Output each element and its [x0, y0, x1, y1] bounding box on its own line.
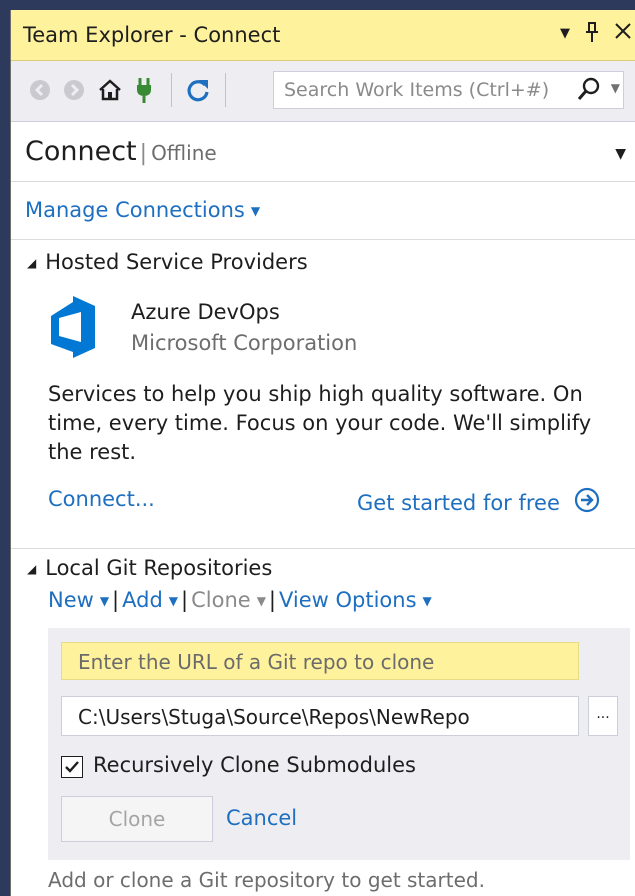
page-title: Connect	[25, 136, 137, 167]
team-explorer-panel: Team Explorer - Connect ▼ Search Work It…	[10, 10, 635, 896]
menu-separator: |	[112, 588, 120, 612]
clone-button[interactable]: Clone	[61, 796, 213, 842]
divider	[11, 181, 635, 182]
repo-url-input[interactable]: Enter the URL of a Git repo to clone	[61, 642, 579, 680]
recursive-submodules-label[interactable]: Recursively Clone Submodules	[93, 753, 416, 777]
chevron-down-icon: ▼	[250, 204, 261, 218]
window-title: Team Explorer - Connect	[23, 23, 281, 47]
collapse-triangle-icon: ◢	[27, 562, 37, 576]
connect-link[interactable]: Connect...	[48, 487, 155, 511]
git-hint-text: Add or clone a Git repository to get sta…	[48, 868, 485, 892]
local-git-title: Local Git Repositories	[45, 556, 273, 580]
get-started-label: Get started for free	[357, 490, 560, 515]
page-header: Connect | Offline	[25, 136, 217, 167]
pin-icon[interactable]	[584, 21, 600, 48]
chevron-down-icon: ▼	[99, 594, 110, 608]
add-menu[interactable]: Add ▼	[122, 588, 178, 612]
clone-menu-label: Clone	[191, 588, 251, 612]
dropdown-icon[interactable]: ▼	[560, 26, 570, 48]
back-icon[interactable]	[25, 75, 55, 105]
local-path-input[interactable]: C:\Users\Stuga\Source\Repos\NewRepo	[61, 696, 579, 736]
home-icon[interactable]	[95, 75, 125, 105]
provider-company: Microsoft Corporation	[131, 331, 358, 355]
provider-description: Services to help you ship high quality s…	[48, 382, 592, 464]
get-started-link[interactable]: Get started for free	[357, 487, 600, 518]
menu-separator: |	[268, 588, 276, 612]
azure-devops-logo-icon	[47, 296, 109, 358]
local-git-section-header[interactable]: ◢ Local Git Repositories	[27, 556, 272, 580]
view-options-menu[interactable]: View Options ▼	[279, 588, 432, 612]
manage-connections-link[interactable]: Manage Connections ▼	[25, 198, 260, 222]
clone-panel: Enter the URL of a Git repo to clone C:\…	[48, 628, 630, 860]
chevron-down-icon: ▼	[168, 594, 179, 608]
search-placeholder: Search Work Items (Ctrl+#)	[284, 79, 550, 101]
toolbar: Search Work Items (Ctrl+#) ▼	[11, 61, 635, 122]
new-menu[interactable]: New ▼	[48, 588, 109, 612]
browse-button[interactable]: ...	[588, 696, 618, 736]
collapse-triangle-icon: ◢	[27, 256, 37, 270]
search-options-chevron-icon[interactable]: ▼	[611, 81, 620, 95]
manage-connections-label: Manage Connections	[25, 198, 245, 222]
local-path-value: C:\Users\Stuga\Source\Repos\NewRepo	[78, 705, 470, 729]
close-icon[interactable]	[614, 21, 632, 48]
cancel-link[interactable]: Cancel	[226, 806, 297, 830]
title-bar: Team Explorer - Connect ▼	[11, 10, 635, 61]
hosted-providers-section-header[interactable]: ◢ Hosted Service Providers	[27, 250, 308, 274]
provider-name: Azure DevOps	[131, 300, 280, 324]
divider	[11, 548, 635, 549]
connect-plug-icon[interactable]	[129, 75, 159, 105]
page-menu-chevron-icon[interactable]: ▼	[615, 146, 626, 162]
forward-icon[interactable]	[59, 75, 89, 105]
arrow-circle-right-icon	[574, 487, 600, 518]
search-icon[interactable]	[577, 77, 601, 107]
new-menu-label: New	[48, 588, 94, 612]
add-menu-label: Add	[122, 588, 163, 612]
chevron-down-icon: ▼	[256, 594, 266, 608]
checkmark-icon	[65, 761, 79, 773]
repo-url-placeholder: Enter the URL of a Git repo to clone	[78, 650, 435, 674]
menu-separator: |	[181, 588, 189, 612]
search-work-items-input[interactable]: Search Work Items (Ctrl+#) ▼	[273, 71, 624, 109]
recursive-submodules-checkbox[interactable]	[61, 756, 83, 778]
connection-status: Offline	[151, 141, 217, 165]
hosted-providers-title: Hosted Service Providers	[45, 250, 308, 274]
divider	[11, 239, 635, 240]
view-options-label: View Options	[279, 588, 417, 612]
git-actions-menu: New ▼ | Add ▼ | Clone ▼ | View Options ▼	[48, 588, 432, 612]
title-separator: |	[139, 141, 148, 166]
refresh-icon[interactable]	[183, 75, 213, 105]
clone-menu[interactable]: Clone ▼	[191, 588, 266, 612]
chevron-down-icon: ▼	[422, 594, 432, 608]
